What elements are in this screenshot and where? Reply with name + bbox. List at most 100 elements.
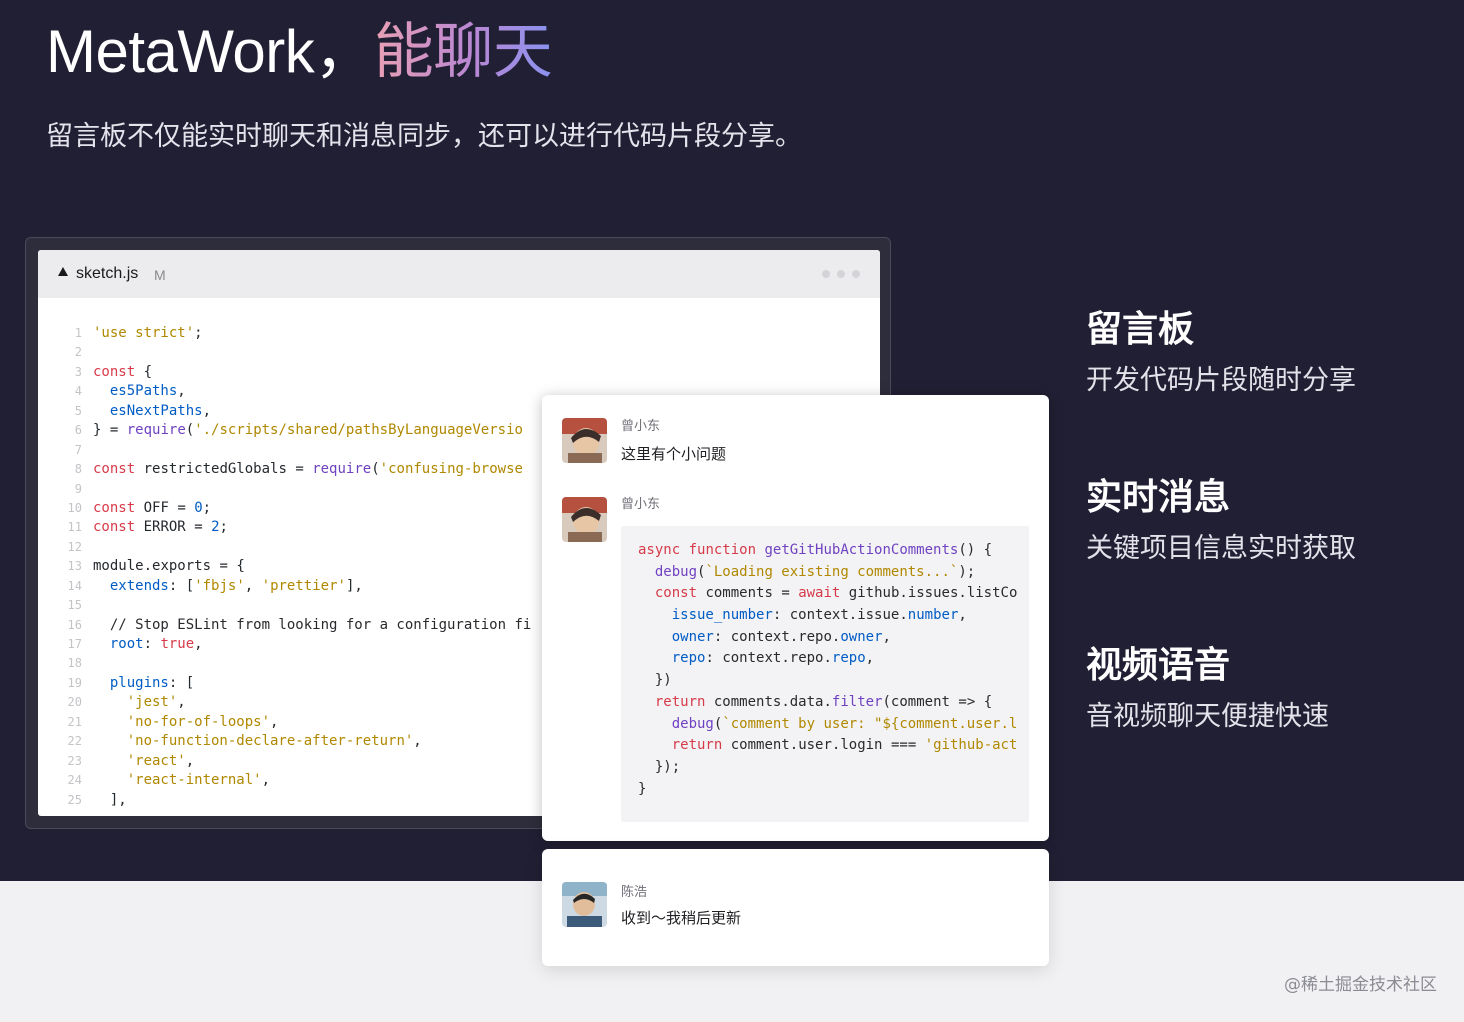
- line-content: 'no-for-of-loops',: [126, 713, 279, 730]
- line-content: plugins: [: [109, 674, 195, 691]
- tab-file-name: sketch.js: [76, 265, 139, 282]
- snippet-line-content: async function getGitHubActionComments()…: [638, 542, 993, 558]
- feature-title: 视频语音: [1086, 645, 1231, 686]
- line-number: 10: [67, 500, 82, 515]
- line-content: module.exports = {: [93, 558, 245, 575]
- line-content: 'react',: [126, 752, 195, 769]
- editor-tab[interactable]: sketch.js M: [38, 250, 880, 298]
- line-number: 2: [74, 345, 82, 360]
- triangle-file-icon: [58, 267, 68, 276]
- avatar-image: [562, 418, 607, 463]
- tab-modified-badge: M: [154, 267, 166, 283]
- line-number: 9: [74, 481, 82, 496]
- line-number: 11: [67, 520, 82, 535]
- feature-title: 实时消息: [1086, 477, 1231, 518]
- line-number: 14: [67, 578, 82, 593]
- snippet-line: }: [621, 779, 1029, 801]
- snippet-line: return comments.data.filter(comment => {: [621, 692, 1029, 714]
- line-number: 1: [74, 326, 82, 340]
- line-number: 24: [67, 773, 82, 788]
- line-number: 15: [67, 598, 82, 613]
- line-number: 16: [67, 617, 82, 632]
- chat-panel: 曾小东 这里有个小问题 曾小东 async function getGitHub…: [542, 395, 1049, 841]
- avatar: [562, 497, 607, 542]
- code-line: 2: [38, 343, 880, 362]
- snippet-line-content: const comments = await github.issues.lis…: [654, 585, 1018, 602]
- snippet-line: owner: context.repo.owner,: [621, 627, 1029, 649]
- line-content: 'jest',: [126, 694, 186, 711]
- line-content: esNextPaths,: [109, 402, 212, 419]
- line-number: 7: [74, 442, 82, 457]
- snippet-line-content: issue_number: context.issue.number,: [671, 607, 967, 624]
- window-dot: [852, 270, 860, 278]
- line-number: 20: [67, 695, 82, 710]
- line-number: 25: [67, 792, 82, 807]
- watermark: @稀土掘金技术社区: [1284, 975, 1437, 995]
- line-number: 17: [67, 637, 82, 651]
- snippet-line: }): [621, 670, 1029, 692]
- feature-desc: 开发代码片段随时分享: [1086, 365, 1356, 396]
- snippet-line-content: }): [654, 672, 672, 689]
- snippet-line-content: debug(`Loading existing comments...`);: [654, 563, 976, 580]
- line-content: const restrictedGlobals = require('confu…: [93, 461, 523, 478]
- line-number: 5: [74, 403, 82, 418]
- code-line: 1 'use strict';: [38, 324, 880, 343]
- chat-message-card: 陈浩 收到～我稍后更新: [542, 849, 1049, 966]
- avatar-image: [562, 882, 607, 927]
- code-snippet[interactable]: async function getGitHubActionComments()…: [621, 526, 1029, 822]
- line-number: 3: [74, 364, 82, 379]
- message-author: 陈浩: [621, 885, 648, 900]
- title-accent: 能聊天: [373, 18, 553, 85]
- window-dot: [837, 270, 845, 278]
- page-title: MetaWork，能聊天: [46, 14, 553, 90]
- message-author: 曾小东: [621, 497, 661, 512]
- window-dots-icon: [822, 270, 860, 278]
- snippet-line-content: debug(`comment by user: "${comment.user.…: [671, 715, 1018, 732]
- feature-desc: 音视频聊天便捷快速: [1086, 701, 1329, 732]
- snippet-line-content: });: [654, 758, 681, 775]
- line-number: 13: [67, 559, 82, 574]
- feature-realtime-message: 实时消息 关键项目信息实时获取: [1086, 474, 1356, 568]
- line-content: const OFF = 0;: [93, 499, 212, 516]
- line-content: const {: [93, 363, 153, 380]
- avatar: [562, 418, 607, 463]
- line-content: 'react-internal',: [126, 772, 271, 789]
- avatar-image: [562, 497, 607, 542]
- line-number: 19: [67, 675, 82, 690]
- line-content: 'no-function-declare-after-return',: [126, 733, 422, 750]
- snippet-line: });: [621, 757, 1029, 779]
- window-dot: [822, 270, 830, 278]
- line-number: 12: [67, 539, 82, 554]
- line-content: root: true,: [109, 636, 203, 652]
- snippet-line-content: repo: context.repo.repo,: [671, 650, 875, 667]
- feature-desc: 关键项目信息实时获取: [1086, 533, 1356, 564]
- snippet-line-content: return comment.user.login === 'github-ac…: [671, 737, 1018, 754]
- line-number: 18: [67, 656, 82, 671]
- feature-video-voice: 视频语音 音视频聊天便捷快速: [1086, 642, 1329, 736]
- snippet-line: async function getGitHubActionComments()…: [621, 540, 1029, 562]
- snippet-line: debug(`comment by user: "${comment.user.…: [621, 714, 1029, 736]
- snippet-line-content: return comments.data.filter(comment => {: [654, 693, 993, 710]
- code-line: 3 const {: [38, 363, 880, 382]
- feature-title: 留言板: [1086, 309, 1195, 350]
- snippet-line: debug(`Loading existing comments...`);: [621, 562, 1029, 584]
- line-content: 'use strict';: [93, 325, 203, 341]
- snippet-line-content: owner: context.repo.owner,: [671, 628, 891, 645]
- message-text: 收到～我稍后更新: [621, 909, 742, 927]
- snippet-line: repo: context.repo.repo,: [621, 648, 1029, 670]
- snippet-line: const comments = await github.issues.lis…: [621, 583, 1029, 605]
- line-content: ],: [109, 791, 127, 808]
- avatar: [562, 882, 607, 927]
- message-author: 曾小东: [621, 419, 661, 434]
- line-number: 22: [67, 734, 82, 749]
- line-number: 8: [74, 462, 82, 477]
- line-number: 6: [74, 423, 82, 438]
- line-content: es5Paths,: [109, 383, 186, 400]
- snippet-line-content: }: [638, 780, 647, 797]
- line-content: // Stop ESLint from looking for a config…: [109, 616, 532, 633]
- page-subtitle: 留言板不仅能实时聊天和消息同步，还可以进行代码片段分享。: [46, 121, 802, 152]
- feature-message-board: 留言板 开发代码片段随时分享: [1086, 306, 1356, 400]
- line-number: 23: [67, 753, 82, 768]
- line-number: 4: [74, 384, 82, 399]
- line-content: extends: ['fbjs', 'prettier'],: [109, 577, 363, 594]
